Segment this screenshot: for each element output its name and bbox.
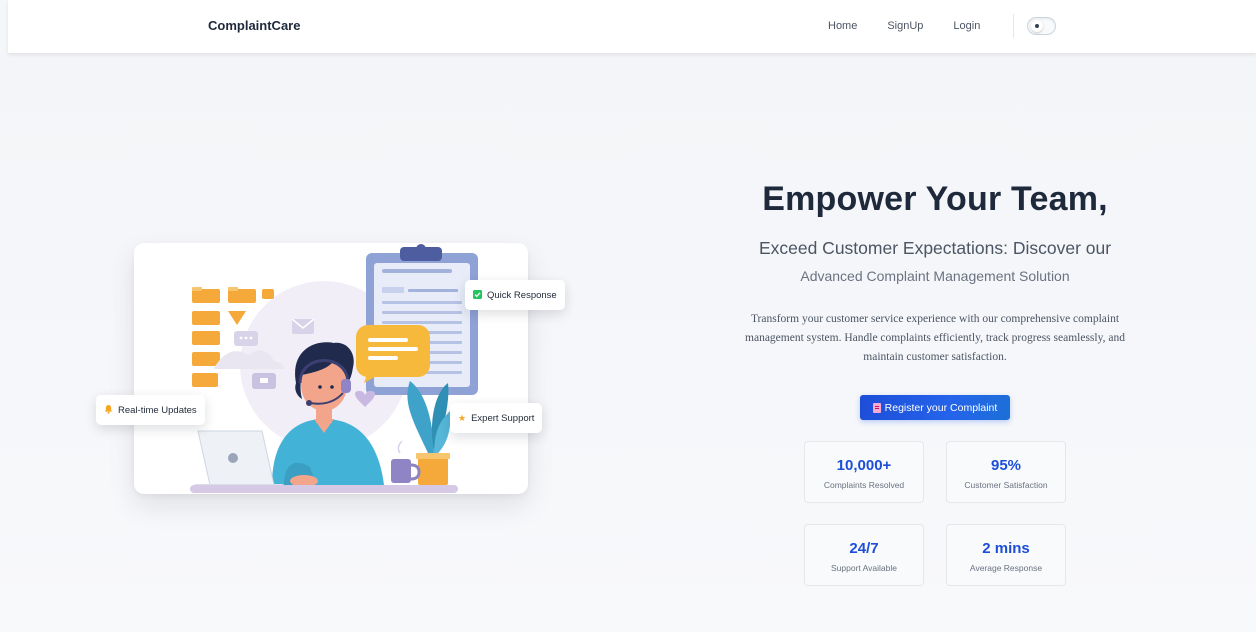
stat-card-support-available: 24/7 Support Available (804, 524, 924, 586)
hero-subtitle-secondary: Advanced Complaint Management Solution (800, 268, 1070, 284)
check-icon (473, 289, 482, 301)
theme-toggle[interactable] (1027, 17, 1056, 35)
realtime-updates-label: Real-time Updates (118, 404, 197, 416)
nav-link-home[interactable]: Home (828, 20, 857, 32)
register-complaint-label: Register your Complaint (884, 401, 998, 414)
nav-divider (1013, 14, 1014, 38)
stat-label: Customer Satisfaction (964, 480, 1048, 490)
mug-graphic (391, 440, 421, 483)
toggle-knob (1031, 20, 1043, 32)
document-icon (872, 402, 881, 413)
desk-graphic (190, 485, 458, 493)
nav-link-signup[interactable]: SignUp (887, 20, 923, 32)
speech-bubble-graphic (356, 325, 430, 383)
stat-card-customer-satisfaction: 95% Customer Satisfaction (946, 441, 1066, 503)
realtime-updates-badge: Real-time Updates (96, 395, 205, 425)
stat-value: 95% (990, 457, 1022, 474)
stat-label: Average Response (969, 563, 1043, 573)
star-icon: ★ (458, 412, 467, 423)
brand-logo[interactable]: ComplaintCare (208, 18, 300, 33)
nav-links: Home SignUp Login (828, 20, 1010, 32)
navbar: ComplaintCare Home SignUp Login (8, 0, 1256, 53)
stat-value: 24/7 (849, 540, 879, 557)
laptop-graphic (194, 430, 284, 488)
plant-graphic (407, 381, 451, 485)
stat-card-average-response: 2 mins Average Response (946, 524, 1066, 586)
quick-response-badge: Quick Response (465, 280, 565, 310)
stat-value: 2 mins (982, 540, 1030, 557)
quick-response-label: Quick Response (487, 289, 557, 301)
stat-label: Complaints Resolved (823, 480, 905, 490)
hero-subtitle: Exceed Customer Expectations: Discover o… (758, 238, 1112, 258)
register-complaint-button[interactable]: Register your Complaint (860, 395, 1010, 420)
stat-card-complaints-resolved: 10,000+ Complaints Resolved (804, 441, 924, 503)
expert-support-label: Expert Support (471, 412, 535, 424)
stat-label: Support Available (830, 563, 897, 573)
expert-support-badge: ★ Expert Support (450, 403, 543, 433)
hero-description: Transform your customer service experien… (745, 313, 1125, 363)
bell-icon (104, 404, 113, 416)
stat-value: 10,000+ (836, 457, 892, 474)
nav-link-login[interactable]: Login (953, 20, 980, 32)
hero-title: Empower Your Team, (762, 180, 1108, 218)
